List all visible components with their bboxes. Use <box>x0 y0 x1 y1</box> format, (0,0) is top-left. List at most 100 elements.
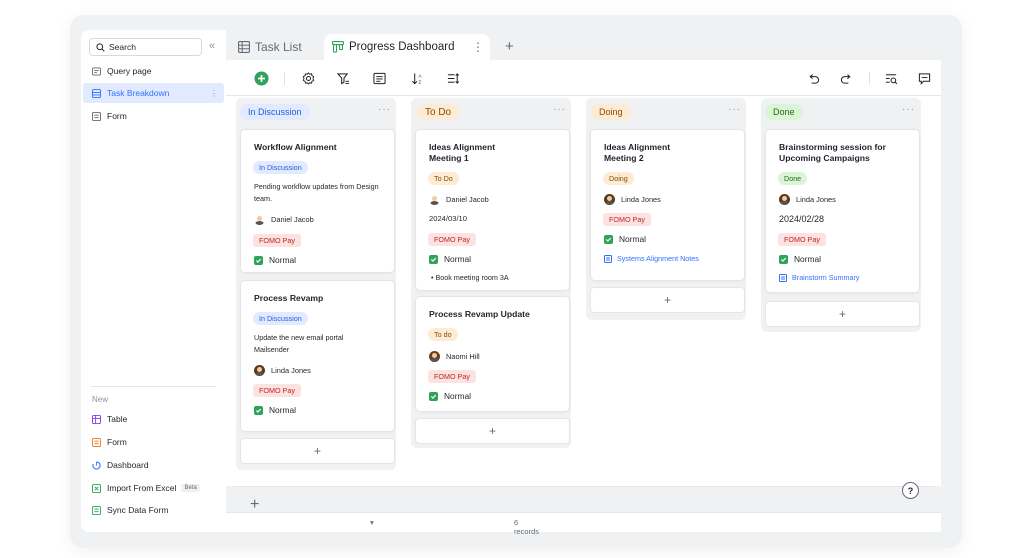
assignee: Naomi Hill <box>429 350 480 362</box>
avatar <box>429 194 440 205</box>
footer: 6 records ▾ <box>226 512 941 536</box>
svg-text:Z: Z <box>418 79 421 84</box>
add-card-button[interactable]: + <box>240 438 395 464</box>
tab-task-list[interactable]: Task List <box>238 34 302 60</box>
kanban-card[interactable]: Ideas Alignment Meeting 1 To Do Daniel J… <box>415 129 570 291</box>
column-title-to-do: To Do <box>417 104 460 120</box>
help-icon[interactable]: ? <box>902 482 919 499</box>
assignee: Daniel Jacob <box>429 193 489 205</box>
status-tag: Done <box>778 172 808 185</box>
add-tab-icon[interactable]: + <box>505 38 514 55</box>
new-sync-data-form-item[interactable]: Sync Data Form <box>83 500 224 520</box>
kanban-card[interactable]: Workflow Alignment In Discussion Pending… <box>240 129 395 273</box>
beta-badge: Beta <box>181 484 200 492</box>
assignee: Linda Jones <box>779 193 836 205</box>
priority-label: Normal <box>444 391 471 401</box>
tab-more-icon[interactable]: ⋮ <box>472 40 484 54</box>
more-options-icon[interactable]: ⋮ <box>210 89 218 98</box>
card-view-icon[interactable] <box>371 70 387 86</box>
status-tag: Doing <box>603 172 634 185</box>
assignee-name: Linda Jones <box>621 194 661 204</box>
settings-icon[interactable] <box>300 70 316 86</box>
add-card-button[interactable]: + <box>415 418 570 444</box>
query-page-icon <box>92 66 101 76</box>
dashboard-icon <box>92 460 101 470</box>
sidebar-item-label: Query page <box>107 66 152 76</box>
column-more-icon[interactable]: ··· <box>378 104 391 115</box>
new-import-excel-item[interactable]: Import From Excel Beta <box>83 478 224 498</box>
add-record-icon[interactable] <box>253 70 269 86</box>
new-table-item[interactable]: Table <box>83 409 224 429</box>
column-more-icon[interactable]: ··· <box>553 104 566 115</box>
due-date: 2024/02/28 <box>779 214 825 224</box>
sort-icon[interactable]: AZ <box>409 70 425 86</box>
checklist-item: • Book meeting room 3A <box>431 273 509 282</box>
checkbox-icon <box>604 234 613 244</box>
column-more-icon[interactable]: ··· <box>728 104 741 115</box>
kanban-card[interactable]: Process Revamp Update To do Naomi Hill F… <box>415 296 570 412</box>
new-item-label: Table <box>107 414 128 424</box>
sidebar-item-query-page[interactable]: Query page <box>83 61 224 81</box>
avatar <box>429 350 440 362</box>
new-form-item[interactable]: Form <box>83 432 224 452</box>
search-icon <box>96 42 105 52</box>
checkbox-icon <box>429 391 438 401</box>
bottom-divider <box>234 486 934 487</box>
priority: Normal <box>779 253 821 265</box>
filter-icon[interactable] <box>335 70 351 86</box>
sidebar-item-label: Task Breakdown <box>107 88 170 98</box>
tab-label: Task List <box>255 40 302 54</box>
add-card-button[interactable]: + <box>590 287 745 313</box>
comment-icon[interactable] <box>916 70 932 86</box>
add-card-button[interactable]: + <box>765 301 920 327</box>
priority-label: Normal <box>269 405 296 415</box>
tab-progress-dashboard[interactable]: Progress Dashboard <box>324 34 490 60</box>
sidebar-divider <box>91 386 216 387</box>
double-chevron-left-icon[interactable]: « <box>209 40 215 52</box>
linked-doc-title: Systems Alignment Notes <box>617 254 699 263</box>
assignee-name: Daniel Jacob <box>446 194 489 204</box>
new-item-label: Dashboard <box>107 460 149 470</box>
table-icon <box>92 414 101 424</box>
assignee-name: Naomi Hill <box>446 351 480 361</box>
priority: Normal <box>254 404 296 416</box>
kanban-card[interactable]: Brainstorming session for Upcoming Campa… <box>765 129 920 293</box>
priority: Normal <box>429 390 471 402</box>
column-more-icon[interactable]: ··· <box>902 104 915 115</box>
checkbox-icon <box>254 255 263 265</box>
sidebar-item-task-breakdown[interactable]: Task Breakdown ⋮ <box>83 83 224 103</box>
records-count[interactable]: 6 records ▾ <box>370 518 539 536</box>
priority: Normal <box>429 253 471 265</box>
avatar <box>604 193 615 205</box>
kanban-card[interactable]: Process Revamp In Discussion Update the … <box>240 280 395 432</box>
project-tag: FOMO Pay <box>428 233 476 246</box>
new-item-label: Form <box>107 437 127 447</box>
new-dashboard-item[interactable]: Dashboard <box>83 455 224 475</box>
new-item-label: Sync Data Form <box>107 505 169 515</box>
avatar <box>779 193 790 205</box>
priority-label: Normal <box>269 255 296 265</box>
document-icon <box>779 273 787 282</box>
search-placeholder: Search <box>109 42 136 52</box>
assignee: Linda Jones <box>254 364 311 376</box>
kanban-card[interactable]: Ideas Alignment Meeting 2 Doing Linda Jo… <box>590 129 745 281</box>
card-description: Update the new email portal Mailsender <box>254 333 344 354</box>
sidebar-item-form[interactable]: Form <box>83 106 224 126</box>
project-tag: FOMO Pay <box>603 213 651 226</box>
priority-label: Normal <box>794 254 821 264</box>
linked-doc[interactable]: Systems Alignment Notes <box>604 254 699 263</box>
card-title: Process Revamp <box>254 293 324 303</box>
toolbar: AZ <box>226 60 941 96</box>
new-item-label: Import From Excel <box>107 483 177 493</box>
search-input[interactable]: Search <box>89 38 202 56</box>
project-tag: FOMO Pay <box>428 370 476 383</box>
search-records-icon[interactable] <box>883 70 899 86</box>
undo-icon[interactable] <box>805 70 821 86</box>
row-height-icon[interactable] <box>445 70 461 86</box>
redo-icon[interactable] <box>838 70 854 86</box>
grid-icon <box>238 41 250 53</box>
checkbox-icon <box>254 405 263 415</box>
project-tag: FOMO Pay <box>778 233 826 246</box>
tab-bar: Task List Progress Dashboard ⋮ + <box>226 30 941 60</box>
linked-doc[interactable]: Brainstorm Summary <box>779 273 860 282</box>
